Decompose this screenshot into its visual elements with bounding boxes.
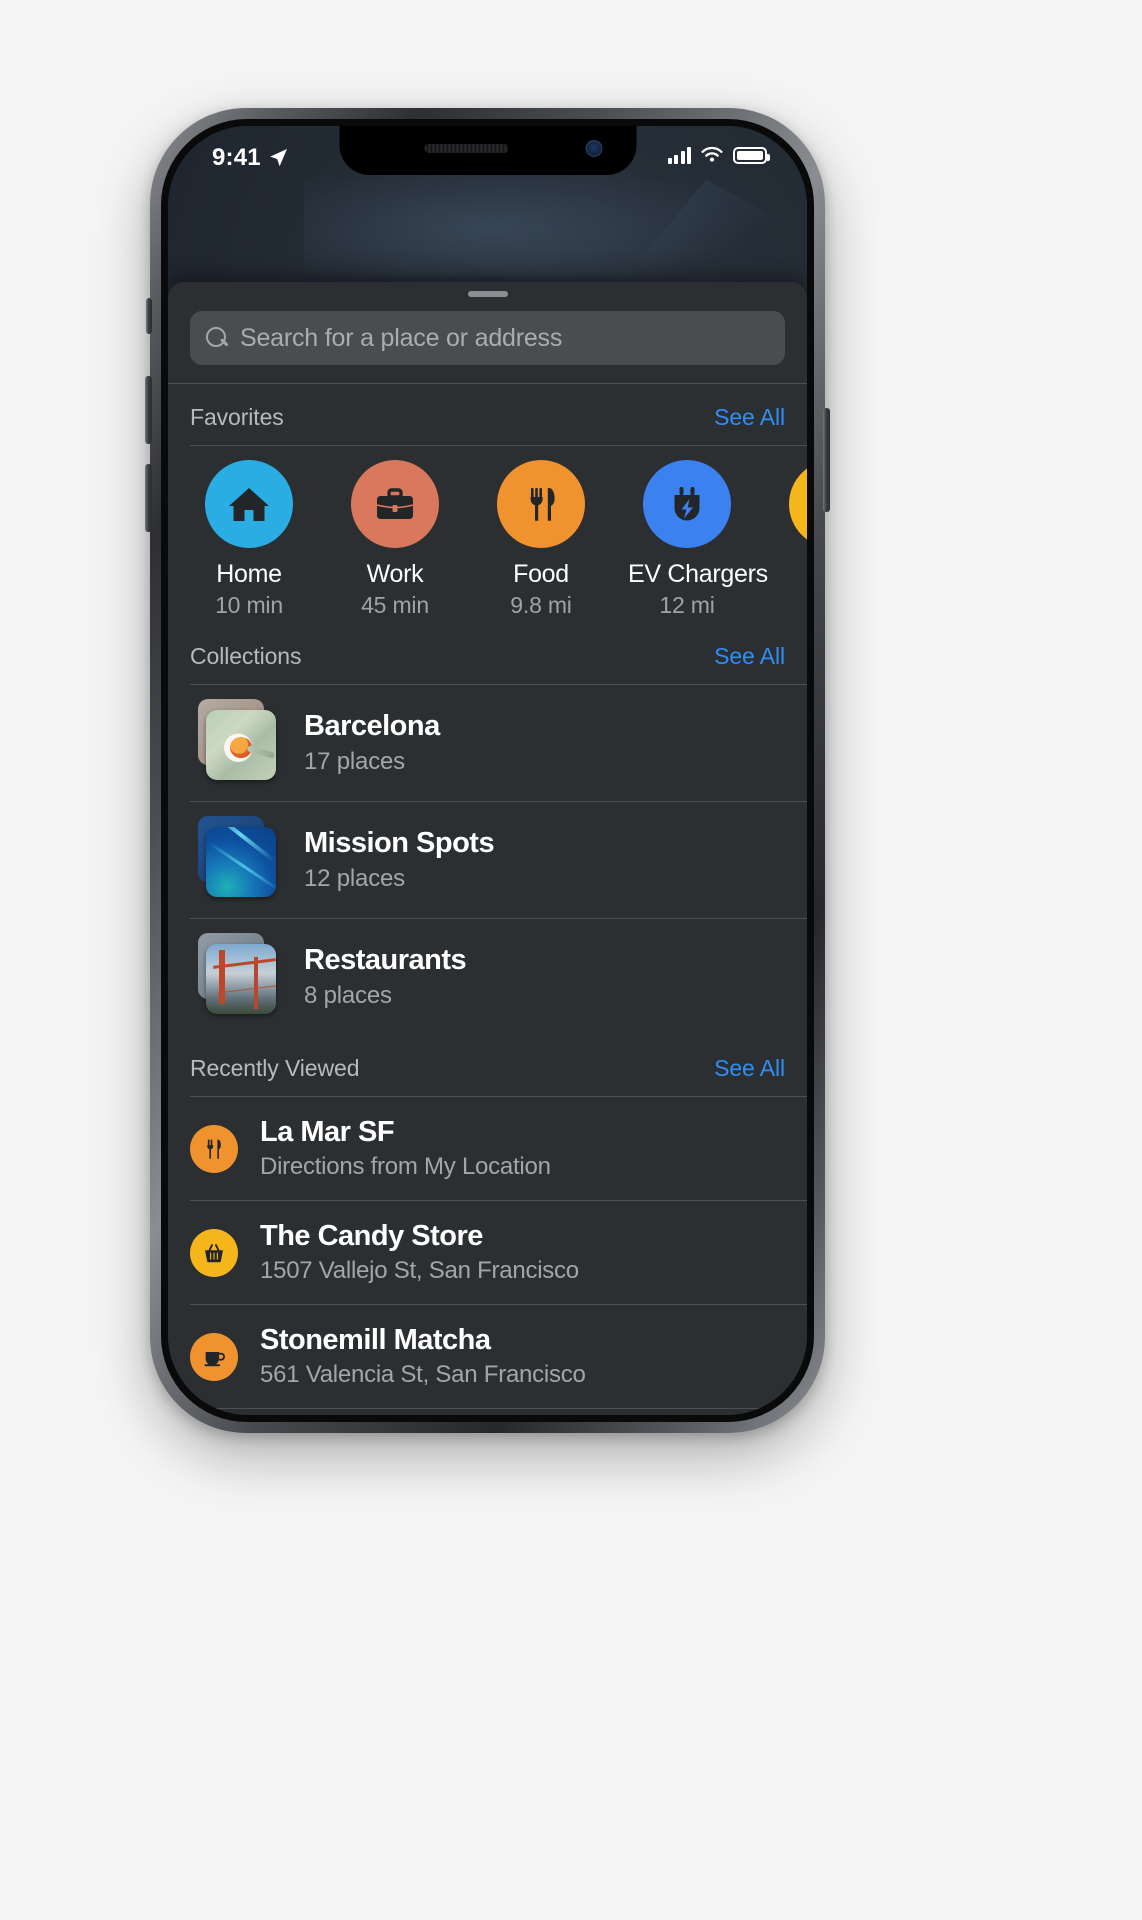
search-input-placeholder: Search for a place or address [240, 323, 563, 352]
recent-row-california-academy-of-sciences[interactable]: California Academy of Sciences 55 Music … [168, 1409, 807, 1415]
shopping-cart-icon [789, 460, 807, 548]
collection-subtitle: 12 places [304, 864, 405, 892]
favorite-detail: 9.8 mi [510, 592, 572, 618]
collections-section-header: Collections See All [168, 623, 807, 684]
favorite-item-home[interactable]: Home 10 min [190, 460, 308, 619]
search-field[interactable]: Search for a place or address [190, 311, 785, 365]
collection-title: Restaurants [304, 944, 467, 977]
fork-knife-icon [190, 1124, 238, 1173]
phone-bezel: 9:41 Search for a place or address Favor… [161, 119, 814, 1422]
places-bottom-sheet: Search for a place or address Favorites … [168, 282, 807, 1415]
recent-row-the-candy-store[interactable]: The Candy Store 1507 Vallejo St, San Fra… [168, 1201, 807, 1304]
power-button[interactable] [823, 408, 830, 512]
collection-text: Restaurants 8 places [304, 944, 467, 1009]
phone-screen: 9:41 Search for a place or address Favor… [168, 126, 807, 1415]
status-bar-indicators [667, 146, 770, 164]
collection-row-restaurants[interactable]: Restaurants 8 places [168, 919, 807, 1035]
favorite-label: Food [513, 560, 569, 588]
favorite-item-groceries[interactable]: Groc 13 m [774, 460, 807, 619]
favorites-see-all-link[interactable]: See All [714, 404, 785, 431]
favorite-item-work[interactable]: Work 45 min [336, 460, 454, 619]
battery-full-icon [733, 146, 770, 164]
fork-knife-icon [497, 460, 585, 548]
blue-abstract-photo [190, 816, 276, 897]
favorites-section-header: Favorites See All [168, 384, 807, 445]
collection-subtitle: 8 places [304, 981, 392, 1009]
recent-row-stonemill-matcha[interactable]: Stonemill Matcha 561 Valencia St, San Fr… [168, 1305, 807, 1408]
recent-text: La Mar SF Directions from My Location [260, 1116, 551, 1180]
shopping-basket-icon [190, 1228, 238, 1277]
recent-title: Stonemill Matcha [260, 1324, 491, 1357]
ev-plug-icon [643, 460, 731, 548]
volume-up-button[interactable] [145, 376, 152, 444]
front-camera-icon [585, 140, 602, 157]
location-arrow-icon [270, 149, 287, 167]
recently-viewed-title: Recently Viewed [190, 1055, 360, 1081]
collection-title: Mission Spots [304, 827, 495, 860]
earpiece-speaker [424, 144, 509, 153]
search-icon [206, 327, 228, 349]
favorite-label: Home [216, 560, 282, 588]
favorite-detail: 13 m [774, 592, 807, 619]
favorite-label: Groc [774, 560, 808, 589]
silent-switch[interactable] [146, 298, 152, 334]
recent-subtitle: Directions from My Location [260, 1152, 551, 1180]
favorite-detail: 12 mi [659, 592, 715, 618]
house-icon [205, 460, 293, 548]
recent-text: Stonemill Matcha 561 Valencia St, San Fr… [260, 1324, 586, 1388]
wifi-icon [701, 146, 723, 162]
collections-see-all-link[interactable]: See All [714, 643, 785, 670]
search-bar-container: Search for a place or address [168, 297, 807, 383]
cellular-signal-icon [667, 146, 691, 164]
volume-down-button[interactable] [145, 464, 152, 532]
collection-subtitle: 17 places [304, 747, 405, 775]
collection-title: Barcelona [304, 710, 440, 743]
recent-title: La Mar SF [260, 1116, 395, 1149]
favorites-carousel[interactable]: Home 10 min Work 45 min Food 9.8 mi EV C… [168, 446, 807, 623]
sheet-scroll-area[interactable]: Favorites See All Home 10 min Work 45 mi… [168, 384, 807, 1415]
recent-subtitle: 1507 Vallejo St, San Francisco [260, 1256, 579, 1284]
favorite-detail: 45 min [361, 592, 429, 618]
status-bar: 9:41 [168, 126, 807, 200]
favorites-title: Favorites [190, 404, 284, 430]
coffee-cup-icon [190, 1332, 238, 1381]
food-plate-photo [190, 699, 276, 780]
recent-row-la-mar-sf[interactable]: La Mar SF Directions from My Location [168, 1097, 807, 1200]
briefcase-icon [351, 460, 439, 548]
recent-subtitle: 561 Valencia St, San Francisco [260, 1360, 586, 1388]
favorite-item-food[interactable]: Food 9.8 mi [482, 460, 600, 619]
collection-text: Mission Spots 12 places [304, 827, 495, 892]
status-bar-time-group: 9:41 [212, 144, 289, 172]
recently-viewed-see-all-link[interactable]: See All [714, 1055, 785, 1082]
status-bar-time: 9:41 [212, 144, 261, 171]
collections-title: Collections [190, 643, 302, 669]
collection-text: Barcelona 17 places [304, 710, 440, 775]
recently-viewed-section-header: Recently Viewed See All [168, 1035, 807, 1096]
collection-row-barcelona[interactable]: Barcelona 17 places [168, 685, 807, 801]
favorite-label: EV Chargers [628, 560, 768, 588]
recent-title: The Candy Store [260, 1220, 483, 1253]
favorite-label: Work [366, 560, 424, 588]
recent-text: The Candy Store 1507 Vallejo St, San Fra… [260, 1220, 579, 1284]
collection-row-mission-spots[interactable]: Mission Spots 12 places [168, 802, 807, 918]
favorite-item-ev-chargers[interactable]: EV Chargers 12 mi [628, 460, 768, 619]
favorite-detail: 10 min [215, 592, 283, 618]
golden-gate-bridge-photo [190, 933, 276, 1014]
device-notch [339, 126, 636, 175]
phone-device-frame: 9:41 Search for a place or address Favor… [145, 108, 830, 1433]
